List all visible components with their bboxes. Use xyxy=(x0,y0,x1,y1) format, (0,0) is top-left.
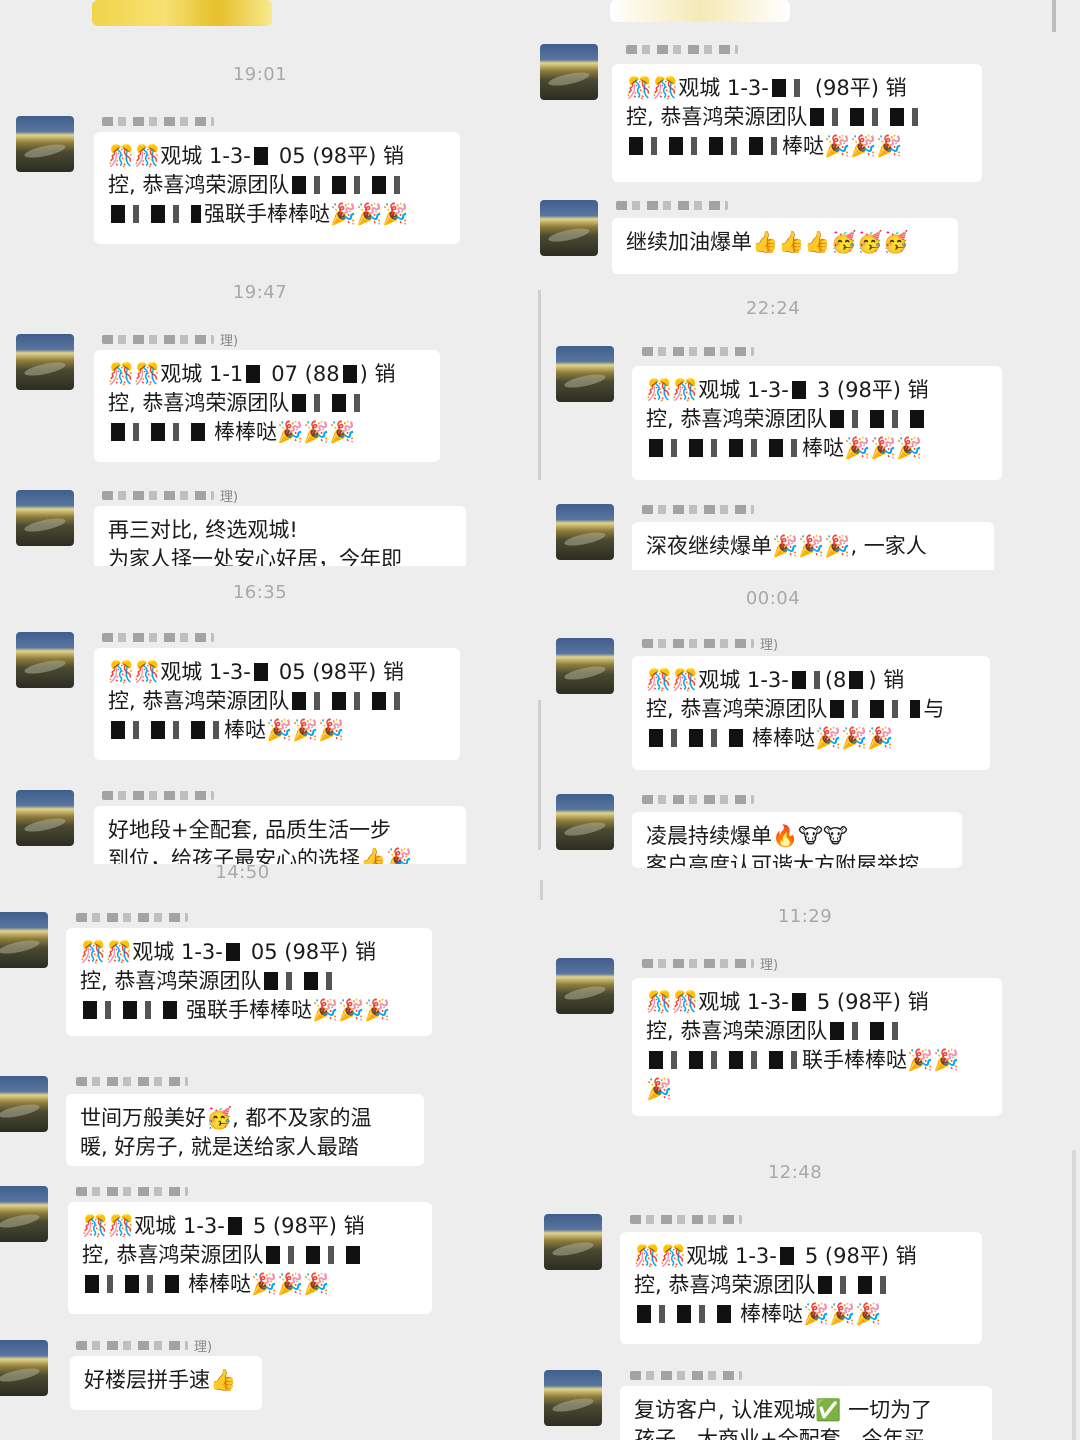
message-bubble[interactable]: 世间万般美好🥳, 都不及家的温 暖, 好房子, 就是送给家人最踏 xyxy=(66,1094,424,1166)
avatar[interactable] xyxy=(0,1076,48,1132)
avatar[interactable] xyxy=(544,1370,602,1426)
chat-panel-right-midlower: 00:04 理) 🎊🎊观城 1-3- (8) 销 控, 恭喜鸿荣源团队与 棒棒哒🎉… xyxy=(538,580,1008,868)
avatar[interactable] xyxy=(556,504,614,560)
timestamp: 22:24 xyxy=(745,298,801,319)
avatar[interactable] xyxy=(556,958,614,1014)
sender-name xyxy=(642,790,754,808)
sender-name: 理) xyxy=(102,330,238,349)
message-bubble[interactable]: 继续加油爆单👍👍👍🥳🥳🥳 xyxy=(612,218,958,274)
sender-name: 理) xyxy=(102,486,238,505)
chat-panel-left-lower: 14:50 🎊🎊观城 1-3- 05 (98平) 销 控, 恭喜鸿荣源团队 强联手… xyxy=(0,864,515,1440)
message-bubble[interactable]: 🎊🎊观城 1-3- 5 (98平) 销 控, 恭喜鸿荣源团队 联手棒棒哒🎉🎉 🎉 xyxy=(632,978,1002,1116)
avatar[interactable] xyxy=(0,1186,48,1242)
timestamp: 00:04 xyxy=(745,588,801,609)
timestamp: 16:35 xyxy=(232,582,288,603)
sender-name xyxy=(630,1210,742,1228)
message-bubble[interactable]: 🎊🎊观城 1-3- 5 (98平) 销 控, 恭喜鸿荣源团队 棒棒哒🎉🎉🎉 xyxy=(620,1232,982,1344)
avatar[interactable] xyxy=(540,200,598,256)
message-bubble[interactable]: 🎊🎊观城 1-3- 3 (98平) 销 控, 恭喜鸿荣源团队 棒哒🎉🎉🎉 xyxy=(632,366,1002,480)
avatar[interactable] xyxy=(556,638,614,694)
avatar[interactable] xyxy=(16,334,74,390)
chat-panel-right-middle: 22:24 🎊🎊观城 1-3- 3 (98平) 销 控, 恭喜鸿荣源团队 棒哒🎉🎉… xyxy=(538,290,1008,570)
avatar[interactable] xyxy=(16,632,74,688)
message-bubble[interactable]: 🎊🎊观城 1-3- (98平) 销 控, 恭喜鸿荣源团队 棒哒🎉🎉🎉 xyxy=(612,64,982,182)
timestamp: 11:29 xyxy=(777,906,833,927)
message-bubble[interactable]: 🎊🎊观城 1-3- (8) 销 控, 恭喜鸿荣源团队与 棒棒哒🎉🎉🎉 xyxy=(632,656,990,770)
screenshot-collage: 19:01 🎊🎊观城 1-3- 05 (98平) 销 控, 恭喜鸿荣源团队 强联手… xyxy=(0,0,1080,1440)
message-bubble[interactable]: 🎊🎊观城 1-3- 05 (98平) 销 控, 恭喜鸿荣源团队 强联手棒棒哒🎉🎉🎉 xyxy=(94,132,460,244)
sender-name xyxy=(76,1072,188,1090)
timestamp: 19:47 xyxy=(232,282,288,303)
scrollbar[interactable] xyxy=(1052,0,1056,32)
chat-panel-right-lower: 11:29 理) 🎊🎊观城 1-3- 5 (98平) 销 控, 恭喜鸿荣源团队 联… xyxy=(540,880,1080,1440)
message-bubble[interactable]: 🎊🎊观城 1-3- 05 (98平) 销 控, 恭喜鸿荣源团队 棒哒🎉🎉🎉 xyxy=(94,648,460,760)
avatar[interactable] xyxy=(540,44,598,100)
sender-name xyxy=(642,342,754,360)
chat-panel-left-middle: 16:35 🎊🎊观城 1-3- 05 (98平) 销 控, 恭喜鸿荣源团队 棒哒🎉… xyxy=(0,572,520,864)
avatar[interactable] xyxy=(16,490,74,546)
sender-name xyxy=(102,628,214,646)
sender-name xyxy=(76,908,188,926)
message-bubble[interactable]: 凌晨持续爆单🔥🐮🐮 客户高度认可谐大方附屋举控 xyxy=(632,812,962,868)
message-bubble[interactable]: 复访客户, 认准观城✅ 一切为了 孩子，大商业+全配套，今年买 xyxy=(620,1386,992,1440)
avatar[interactable] xyxy=(556,794,614,850)
timestamp: 12:48 xyxy=(767,1162,823,1183)
message-bubble[interactable]: 🎊🎊观城 1-3- 5 (98平) 销 控, 恭喜鸿荣源团队 棒棒哒🎉🎉🎉 xyxy=(68,1202,432,1314)
sender-name xyxy=(630,1366,742,1384)
sender-name xyxy=(76,1182,188,1200)
message-bubble[interactable]: 好地段+全配套, 品质生活一步 到位，给孩子最安心的选择👍🎉 xyxy=(94,806,466,864)
message-bubble[interactable]: 🎊🎊观城 1-1 07 (88) 销 控, 恭喜鸿荣源团队 棒棒哒🎉🎉🎉 xyxy=(94,350,440,462)
shared-image-thumbnail[interactable] xyxy=(610,0,790,22)
scrollbar[interactable] xyxy=(1072,1150,1076,1440)
sender-name: 理) xyxy=(642,954,778,973)
sender-name xyxy=(102,786,214,804)
avatar[interactable] xyxy=(16,790,74,846)
timestamp: 14:50 xyxy=(215,864,270,883)
message-bubble[interactable]: 再三对比, 终选观城! 为家人择一处安心好居，今年即 xyxy=(94,506,466,570)
shared-image-thumbnail[interactable] xyxy=(92,0,272,26)
chat-panel-left-top: 19:01 🎊🎊观城 1-3- 05 (98平) 销 控, 恭喜鸿荣源团队 强联手… xyxy=(0,0,520,570)
sender-name xyxy=(626,40,738,58)
avatar[interactable] xyxy=(0,1340,48,1396)
avatar[interactable] xyxy=(16,116,74,172)
message-bubble[interactable]: 好楼层拼手速👍 xyxy=(70,1356,262,1410)
chat-panel-right-top: 🎊🎊观城 1-3- (98平) 销 控, 恭喜鸿荣源团队 棒哒🎉🎉🎉 继续加油爆单… xyxy=(538,0,1058,290)
message-bubble[interactable]: 深夜继续爆单🎉🎉🎉, 一家人 xyxy=(632,522,994,570)
sender-name xyxy=(102,112,214,130)
sender-name xyxy=(616,196,728,214)
message-bubble[interactable]: 🎊🎊观城 1-3- 05 (98平) 销 控, 恭喜鸿荣源团队 强联手棒棒哒🎉🎉🎉 xyxy=(66,928,432,1036)
avatar[interactable] xyxy=(544,1214,602,1270)
timestamp: 19:01 xyxy=(232,64,288,85)
avatar[interactable] xyxy=(0,912,48,968)
avatar[interactable] xyxy=(556,346,614,402)
sender-name: 理) xyxy=(76,1336,212,1355)
sender-name xyxy=(642,500,754,518)
sender-name: 理) xyxy=(642,634,778,653)
